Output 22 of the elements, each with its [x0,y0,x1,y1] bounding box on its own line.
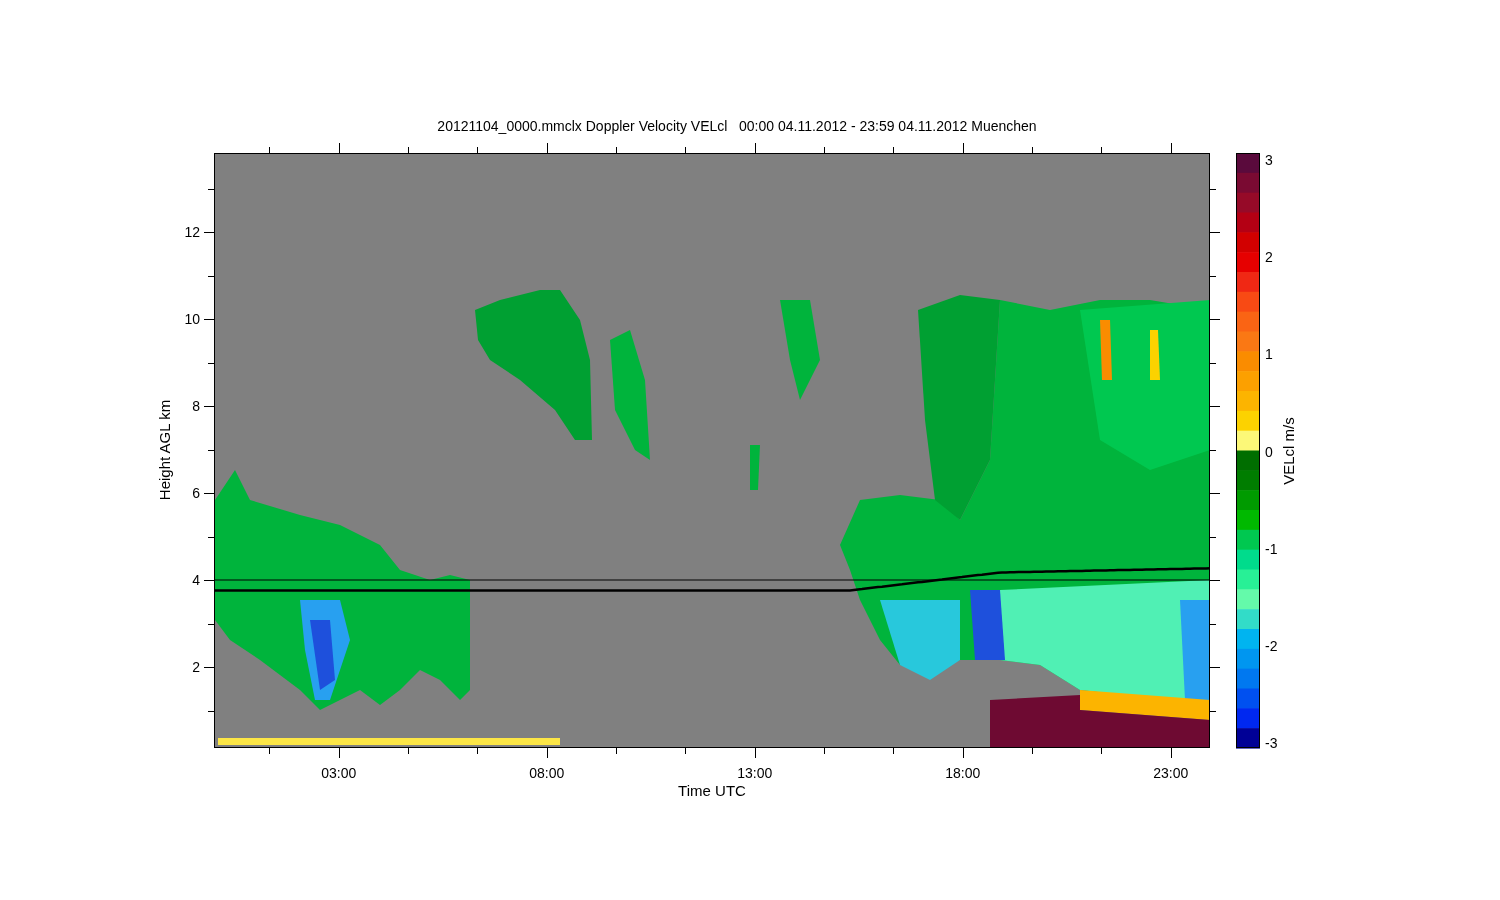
tick-label: 10 [184,311,200,327]
axis-label: VELcl m/s [1280,417,1297,485]
tick-label: 12 [184,224,200,240]
tick-label: 6 [192,485,200,501]
tick-label: -1 [1265,540,1278,557]
tick-label: 8 [192,398,200,414]
tick-label: 03:00 [321,765,357,781]
tick-label: 23:00 [1153,765,1189,781]
chart-title: 20121104_0000.mmclx Doppler Velocity VELcl 00:00 04.11.2012 - 23:59 04.11.2012 Muenchen [437,118,1037,134]
tick-label: 18:00 [945,765,981,781]
tick-label: 0 [1265,443,1273,460]
tick-label: 13:00 [737,765,773,781]
tick-label: 2 [1265,249,1273,266]
tick-label: 4 [192,572,200,588]
axis-label: Time UTC [678,782,746,799]
tick-label: -2 [1265,638,1278,654]
tick-label: 08:00 [529,765,565,781]
tick-label: -3 [1265,735,1278,752]
axis-label: Height AGL km [156,399,173,501]
tick-label: 1 [1265,346,1273,363]
tick-label: 2 [192,659,200,675]
tick-label: 3 [1265,152,1273,168]
